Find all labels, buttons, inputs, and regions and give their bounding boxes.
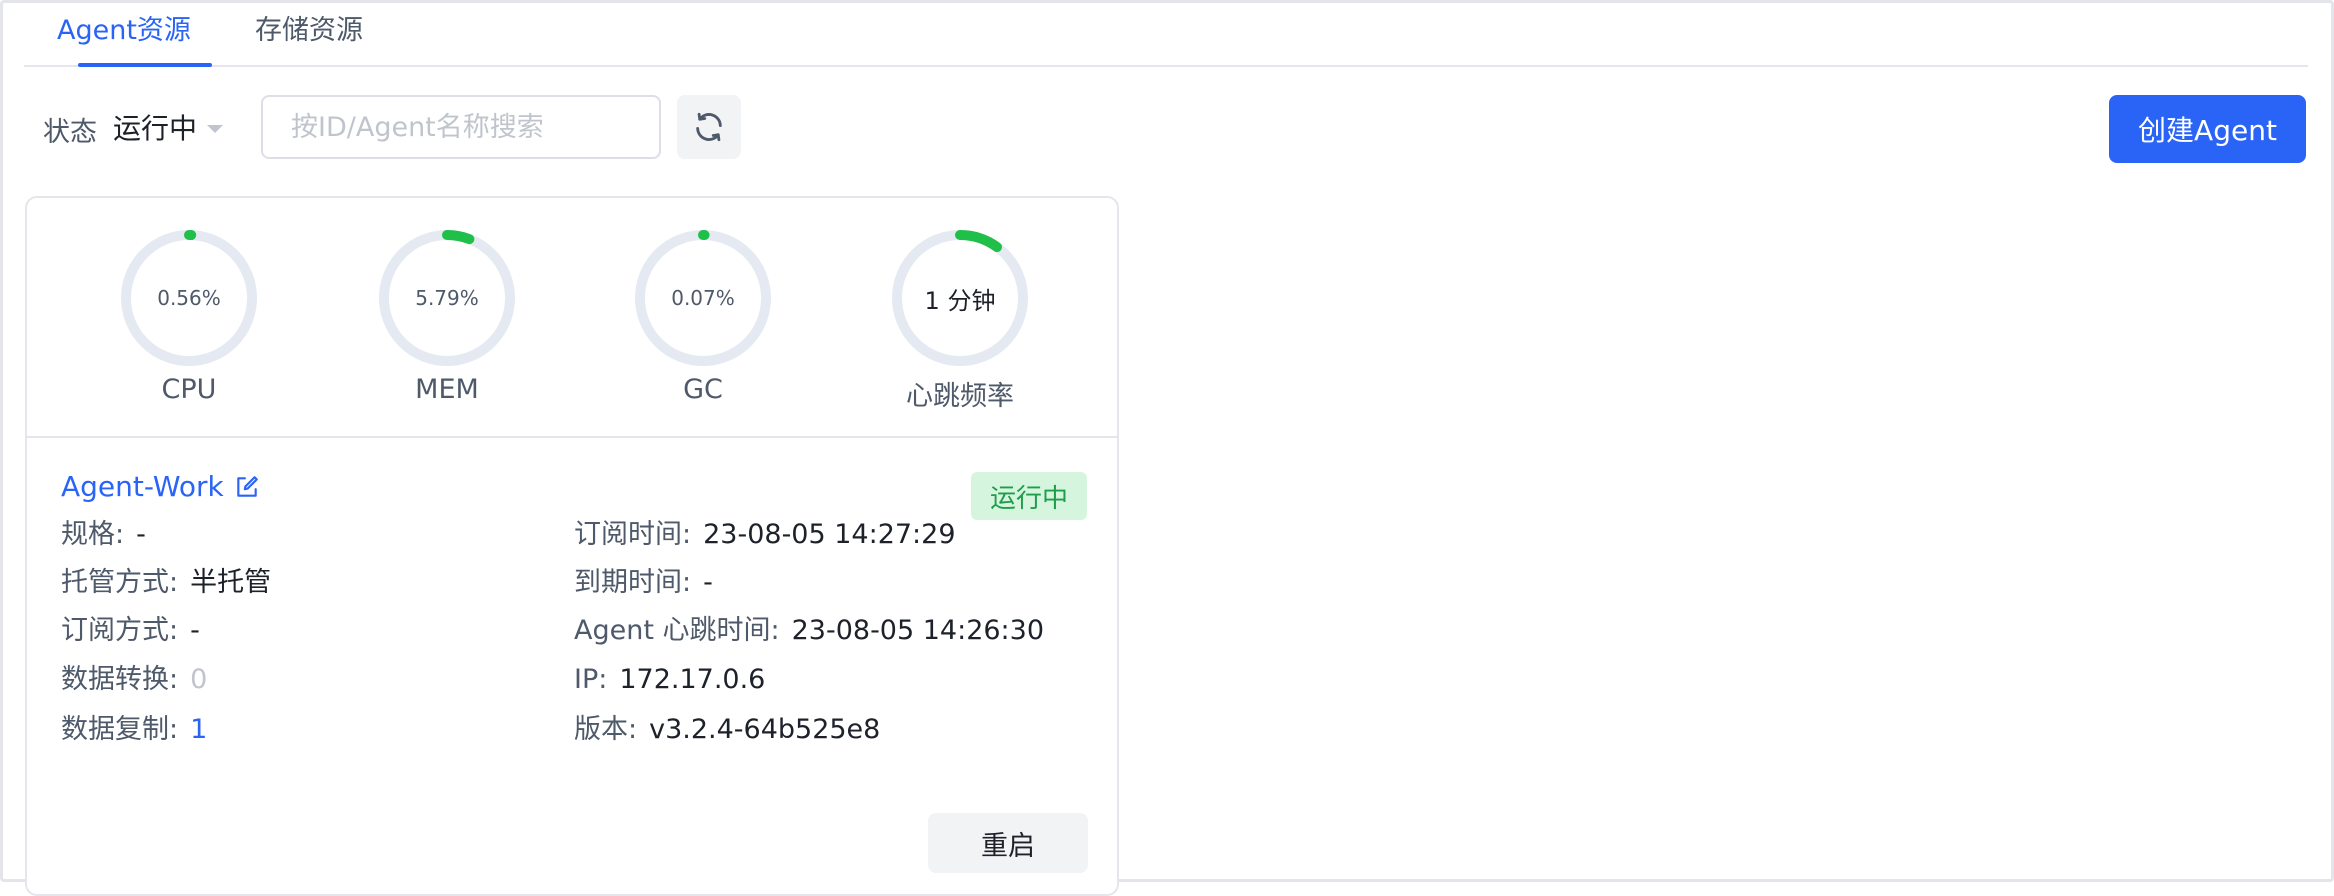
sub-time-label: 订阅时间: xyxy=(574,519,692,550)
transform-label: 数据转换: xyxy=(61,664,179,695)
app-frame: Agent资源 存储资源 状态 运行中 创建Agent 0.56% xyxy=(0,0,2334,896)
copy-value-link[interactable]: 1 xyxy=(190,714,207,745)
hosting-label: 托管方式: xyxy=(61,567,179,598)
subscribe-label: 订阅方式: xyxy=(61,615,179,646)
version-label: 版本: xyxy=(574,714,638,745)
spec-label: 规格: xyxy=(61,519,125,550)
gc-value: 0.07% xyxy=(671,286,735,310)
transform-row: 数据转换: 0 xyxy=(61,662,207,698)
heartbeat-time-value: 23-08-05 14:26:30 xyxy=(791,615,1045,646)
version-row: 版本: v3.2.4-64b525e8 xyxy=(574,712,880,748)
edit-icon[interactable] xyxy=(234,474,260,500)
restart-button[interactable]: 重启 xyxy=(928,813,1088,873)
mem-label: MEM xyxy=(415,374,479,405)
tab-storage-resources[interactable]: 存储资源 xyxy=(255,13,363,49)
status-filter-select[interactable]: 运行中 xyxy=(113,107,224,147)
metrics-panel: 0.56% CPU 5.79% MEM 0.07% GC 1 分钟 心跳频率 xyxy=(27,198,1117,438)
expire-label: 到期时间: xyxy=(574,567,692,598)
copy-label: 数据复制: xyxy=(61,714,179,745)
metric-heartbeat: 1 分钟 心跳频率 xyxy=(880,228,1040,413)
caret-down-icon xyxy=(207,125,224,133)
heartbeat-value: 1 分钟 xyxy=(924,286,996,315)
refresh-icon xyxy=(696,112,722,142)
sub-time-row: 订阅时间: 23-08-05 14:27:29 xyxy=(574,517,956,553)
gc-label: GC xyxy=(683,374,723,405)
transform-value: 0 xyxy=(190,664,208,695)
spec-row: 规格: - xyxy=(61,517,146,553)
expire-row: 到期时间: - xyxy=(574,565,713,601)
expire-value: - xyxy=(703,567,713,598)
heartbeat-time-label: Agent 心跳时间: xyxy=(574,615,780,646)
status-badge: 运行中 xyxy=(971,472,1087,520)
version-value: v3.2.4-64b525e8 xyxy=(649,714,881,745)
create-agent-button[interactable]: 创建Agent xyxy=(2109,95,2306,163)
metric-cpu: 0.56% CPU xyxy=(109,228,269,405)
active-tab-indicator xyxy=(78,63,212,67)
copy-row: 数据复制: 1 xyxy=(61,712,207,748)
agent-name-link[interactable]: Agent-Work xyxy=(61,470,260,503)
sub-time-value: 23-08-05 14:27:29 xyxy=(703,519,956,550)
hosting-row: 托管方式: 半托管 xyxy=(61,565,271,601)
tab-bar: Agent资源 存储资源 xyxy=(24,3,2308,67)
agent-name: Agent-Work xyxy=(61,470,224,503)
status-filter-label: 状态 xyxy=(43,117,97,148)
status-filter-value: 运行中 xyxy=(113,112,198,145)
cpu-value: 0.56% xyxy=(157,286,221,310)
ip-label: IP: xyxy=(574,664,608,695)
heartbeat-time-row: Agent 心跳时间: 23-08-05 14:26:30 xyxy=(574,613,1044,649)
ip-row: IP: 172.17.0.6 xyxy=(574,662,765,698)
metric-mem: 5.79% MEM xyxy=(367,228,527,405)
hosting-value: 半托管 xyxy=(190,567,272,598)
tab-agent-resources[interactable]: Agent资源 xyxy=(57,13,191,49)
spec-value: - xyxy=(136,519,146,550)
cpu-label: CPU xyxy=(161,374,217,405)
subscribe-value: - xyxy=(190,615,200,646)
heartbeat-label: 心跳频率 xyxy=(906,381,1014,412)
mem-value: 5.79% xyxy=(415,286,479,310)
search-input[interactable] xyxy=(261,95,661,159)
metric-gc: 0.07% GC xyxy=(623,228,783,405)
subscribe-row: 订阅方式: - xyxy=(61,613,200,649)
refresh-button[interactable] xyxy=(677,95,741,159)
ip-value: 172.17.0.6 xyxy=(619,664,766,695)
agent-card: 0.56% CPU 5.79% MEM 0.07% GC 1 分钟 心跳频率 A… xyxy=(25,196,1119,896)
